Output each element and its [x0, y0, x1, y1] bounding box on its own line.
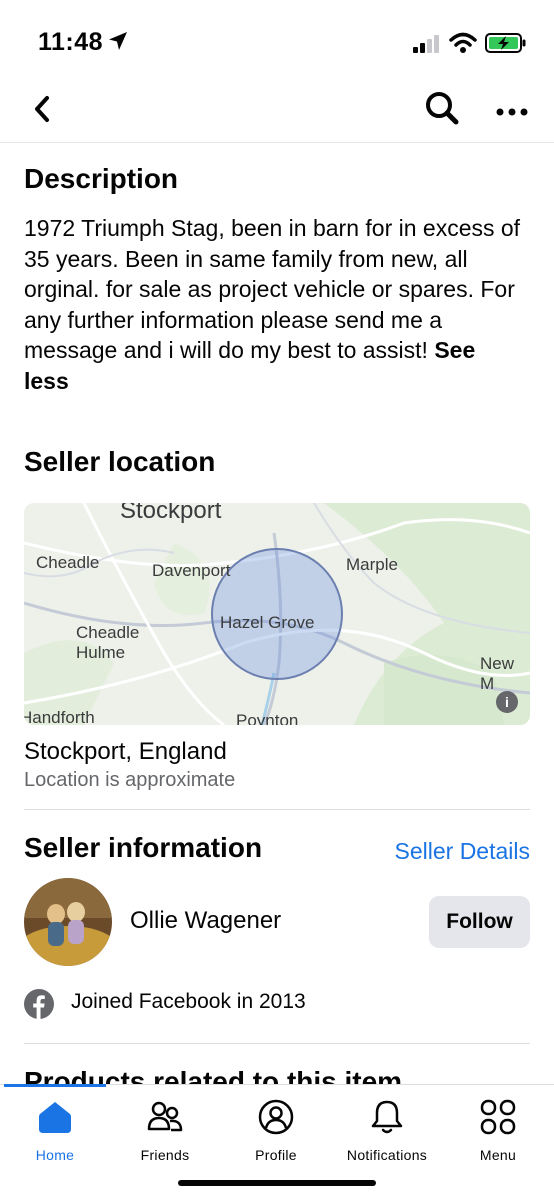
map-label: Cheadle Hulme [76, 623, 140, 662]
seller-details-link[interactable]: Seller Details [395, 838, 531, 865]
map-label: Stockport [120, 503, 222, 524]
tab-label: Profile [255, 1147, 297, 1163]
avatar[interactable] [24, 878, 112, 966]
seller-location-name: Stockport, England [24, 738, 227, 765]
bell-icon [371, 1100, 403, 1134]
wifi-icon [449, 32, 477, 53]
friends-icon [147, 1101, 183, 1132]
description-heading: Description [24, 163, 179, 194]
map-label: Handforth [24, 708, 95, 725]
tab-friends[interactable]: Friends [110, 1085, 220, 1175]
status-bar: 11:48 [0, 0, 554, 80]
map-label: Davenport [152, 561, 231, 580]
tab-notifications[interactable]: Notifications [332, 1085, 442, 1175]
cellular-signal-icon [413, 35, 439, 53]
location-arrow-icon [109, 32, 127, 50]
seller-location-heading: Seller location [24, 446, 216, 477]
search-icon[interactable] [424, 86, 460, 126]
location-approximate-note: Location is approximate [24, 769, 236, 791]
map-label: Hazel Grove [220, 613, 315, 632]
related-products-section: Products related to this item [24, 1066, 530, 1084]
tab-label: Friends [140, 1147, 190, 1163]
tab-home[interactable]: Home [0, 1085, 110, 1175]
battery-charging-icon [485, 33, 526, 53]
map-label: Poynton [236, 711, 299, 725]
location-map[interactable]: Stockport Cheadle Davenport Marple Chead… [24, 503, 530, 725]
top-nav-bar [0, 80, 554, 143]
map-label: Marple [346, 555, 398, 574]
menu-icon [480, 1099, 516, 1135]
avatar-photo [24, 878, 112, 966]
divider [24, 809, 530, 810]
map-info-icon[interactable]: i [496, 691, 518, 713]
status-time: 11:48 [38, 28, 104, 56]
home-indicator [178, 1180, 376, 1186]
home-icon [39, 1102, 71, 1133]
more-icon[interactable] [494, 88, 530, 124]
facebook-icon [24, 989, 54, 1019]
divider [24, 1043, 530, 1044]
tab-label: Notifications [346, 1147, 428, 1163]
map-label: New M [480, 654, 515, 693]
follow-button[interactable]: Follow [429, 896, 530, 948]
tab-label: Menu [479, 1147, 517, 1163]
tab-label: Home [35, 1147, 75, 1163]
related-products-heading: Products related to this item [24, 1066, 403, 1084]
tab-profile[interactable]: Profile [221, 1085, 331, 1175]
profile-icon [258, 1099, 294, 1135]
seller-information-heading: Seller information [24, 832, 263, 863]
chevron-left-icon[interactable] [28, 88, 58, 128]
description-text: 1972 Triumph Stag, been in barn for in e… [24, 213, 524, 396]
map-label: Cheadle [36, 553, 100, 572]
tab-menu[interactable]: Menu [443, 1085, 553, 1175]
seller-name[interactable]: Ollie Wagener [130, 907, 281, 935]
joined-facebook-text: Joined Facebook in 2013 [71, 990, 306, 1013]
